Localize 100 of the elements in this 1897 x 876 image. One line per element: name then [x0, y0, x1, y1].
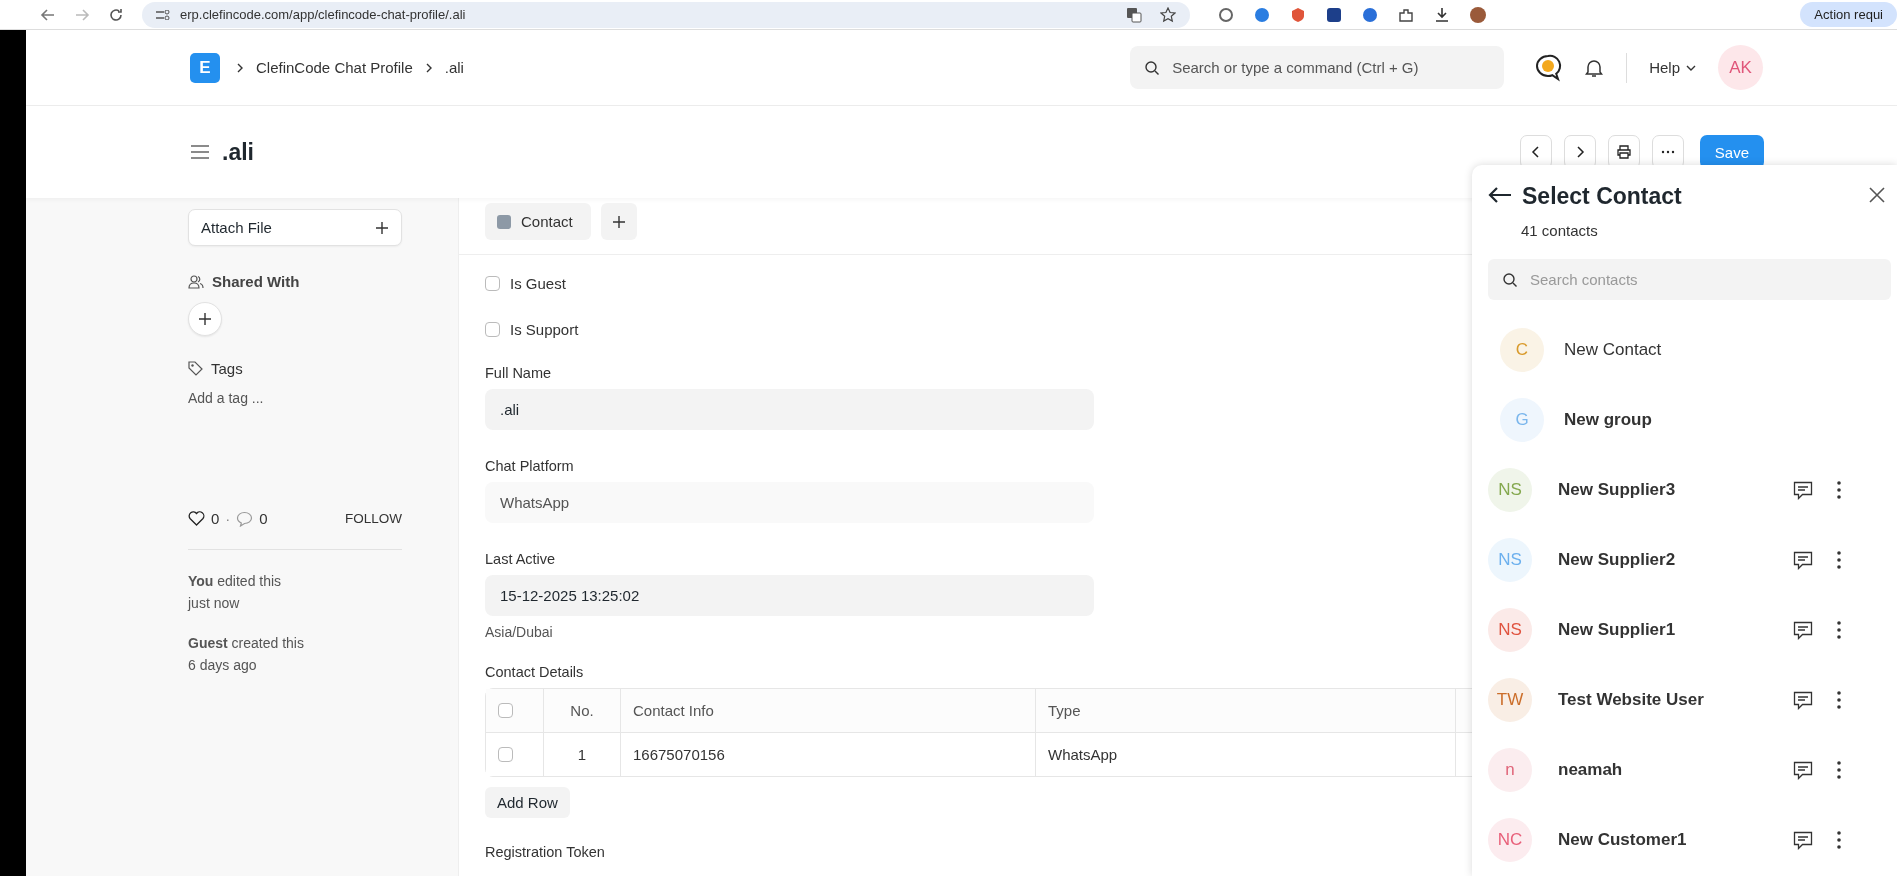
back-arrow-icon[interactable] [1488, 185, 1512, 204]
bell-icon[interactable] [1584, 57, 1605, 78]
url-text: erp.clefincode.com/app/clefincode-chat-profile/.ali [180, 7, 466, 22]
chevron-icon [424, 62, 433, 73]
add-tag-link[interactable]: Add a tag ... [188, 390, 402, 406]
help-menu[interactable]: Help [1649, 59, 1696, 76]
extension-icon[interactable] [1362, 6, 1378, 23]
message-icon[interactable] [1793, 480, 1813, 500]
avatar: TW [1488, 678, 1532, 722]
column-header: Contact Info [621, 689, 1036, 733]
add-section-button[interactable] [600, 203, 637, 240]
field-label: Last Active [485, 551, 556, 567]
avatar: G [1500, 398, 1544, 442]
more-icon[interactable] [1837, 761, 1841, 779]
search-placeholder: Search or type a command (Ctrl + G) [1172, 59, 1419, 76]
avatar: C [1500, 328, 1544, 372]
chat-icon[interactable] [1534, 53, 1563, 82]
menu-icon[interactable] [190, 144, 210, 160]
contact-name[interactable]: New group [1564, 410, 1652, 430]
message-icon[interactable] [1793, 830, 1813, 850]
extension-icon[interactable] [1218, 6, 1234, 23]
field-description: Asia/Dubai [485, 624, 553, 640]
reload-icon[interactable] [108, 6, 124, 23]
contact-name[interactable]: New Supplier2 [1558, 550, 1676, 570]
more-icon[interactable] [1837, 481, 1841, 499]
section-heading: Shared With [212, 273, 300, 290]
close-icon[interactable] [1869, 186, 1885, 203]
avatar: NS [1488, 608, 1532, 652]
message-icon[interactable] [1793, 690, 1813, 710]
checkbox-label: Is Support [510, 320, 579, 338]
like-count: 0 [211, 510, 220, 527]
message-icon[interactable] [1793, 620, 1813, 640]
contact-count: 41 contacts [1521, 222, 1599, 239]
separator-dot: · [225, 510, 231, 527]
comment-icon[interactable] [236, 510, 254, 527]
follow-link[interactable]: FOLLOW [345, 511, 402, 526]
chevron-icon [236, 62, 244, 73]
more-icon[interactable] [1837, 831, 1841, 849]
more-icon[interactable] [1837, 691, 1841, 709]
translate-icon[interactable] [1126, 6, 1142, 23]
activity-text: Guest created this [188, 634, 305, 653]
contact-name[interactable]: New Contact [1564, 340, 1662, 360]
avatar: NS [1488, 538, 1532, 582]
checkbox[interactable] [498, 747, 513, 762]
checkbox-label: Is Guest [510, 274, 566, 292]
contact-name[interactable]: New Supplier1 [1558, 620, 1676, 640]
section-heading: Tags [211, 360, 243, 377]
avatar: NS [1488, 468, 1532, 512]
contact-name[interactable]: neamah [1558, 760, 1623, 780]
table-label: Contact Details [485, 664, 584, 680]
extension-icon[interactable] [1326, 6, 1342, 23]
input-field[interactable]: .ali [485, 389, 1094, 430]
more-icon[interactable] [1837, 621, 1841, 639]
message-icon[interactable] [1793, 550, 1813, 570]
more-icon[interactable] [1837, 551, 1841, 569]
address-bar[interactable]: erp.clefincode.com/app/clefincode-chat-profile/.ali [142, 1, 1190, 28]
input-field: WhatsApp [485, 482, 1094, 523]
contact-name[interactable]: New Customer1 [1558, 830, 1687, 850]
extension-icon[interactable] [1254, 6, 1270, 23]
back-icon[interactable] [40, 6, 56, 23]
column-header: No. [544, 689, 621, 733]
input-field[interactable]: 15-12-2025 13:25:02 [485, 575, 1094, 616]
action-required-button[interactable]: Action requi [1800, 2, 1897, 27]
page-title: .ali [222, 138, 254, 166]
section-chip[interactable]: Contact [485, 203, 591, 240]
activity-text: You edited this [188, 572, 283, 591]
avatar: n [1488, 748, 1532, 792]
breadcrumb-link[interactable]: .ali [444, 59, 464, 76]
section-icon [497, 214, 511, 229]
site-info-icon[interactable] [156, 9, 170, 20]
plus-icon [611, 214, 626, 229]
field-label: Chat Platform [485, 458, 574, 474]
search-field[interactable]: Search or type a command (Ctrl + G) [1130, 46, 1505, 89]
add-share-button[interactable] [188, 302, 222, 336]
printer-icon [1616, 145, 1631, 159]
avatar: NC [1488, 818, 1532, 862]
field-label: Full Name [485, 365, 552, 381]
checkbox[interactable] [485, 275, 500, 291]
attach-file-button[interactable]: Attach File [188, 209, 402, 246]
caret-icon [1686, 63, 1696, 72]
star-icon[interactable] [1160, 6, 1176, 23]
column-header: Type [1036, 689, 1456, 733]
panel-title: Select Contact [1522, 183, 1682, 210]
profile-avatar[interactable] [1470, 6, 1486, 23]
contact-name[interactable]: New Supplier3 [1558, 480, 1676, 500]
plus-icon [198, 312, 212, 326]
message-icon[interactable] [1793, 760, 1813, 780]
checkbox[interactable] [498, 703, 513, 718]
download-icon[interactable] [1434, 6, 1450, 23]
search-placeholder: Search contacts [1530, 271, 1638, 288]
comment-count: 0 [259, 510, 268, 527]
contact-name[interactable]: Test Website User [1558, 690, 1704, 710]
breadcrumb-link[interactable]: ClefinCode Chat Profile [256, 59, 413, 76]
add-row-button[interactable]: Add Row [485, 787, 570, 818]
puzzle-icon[interactable] [1398, 6, 1414, 23]
activity-time: 6 days ago [188, 656, 258, 675]
field-label: Registration Token [485, 844, 605, 860]
heart-icon[interactable] [188, 511, 205, 526]
tag-icon [188, 361, 203, 376]
checkbox[interactable] [485, 321, 500, 337]
